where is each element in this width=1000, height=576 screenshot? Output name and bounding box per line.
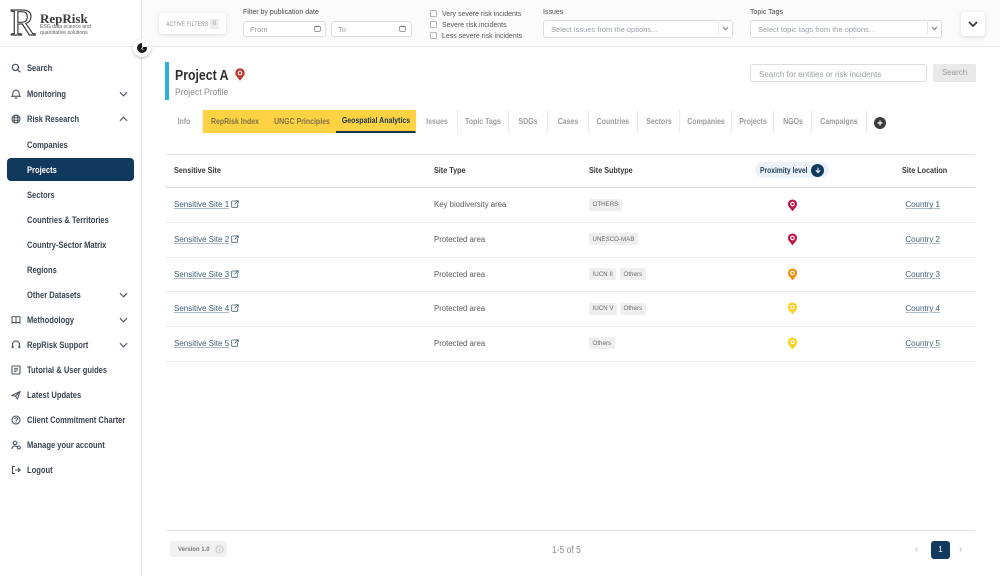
- svg-text:R: R: [10, 6, 36, 38]
